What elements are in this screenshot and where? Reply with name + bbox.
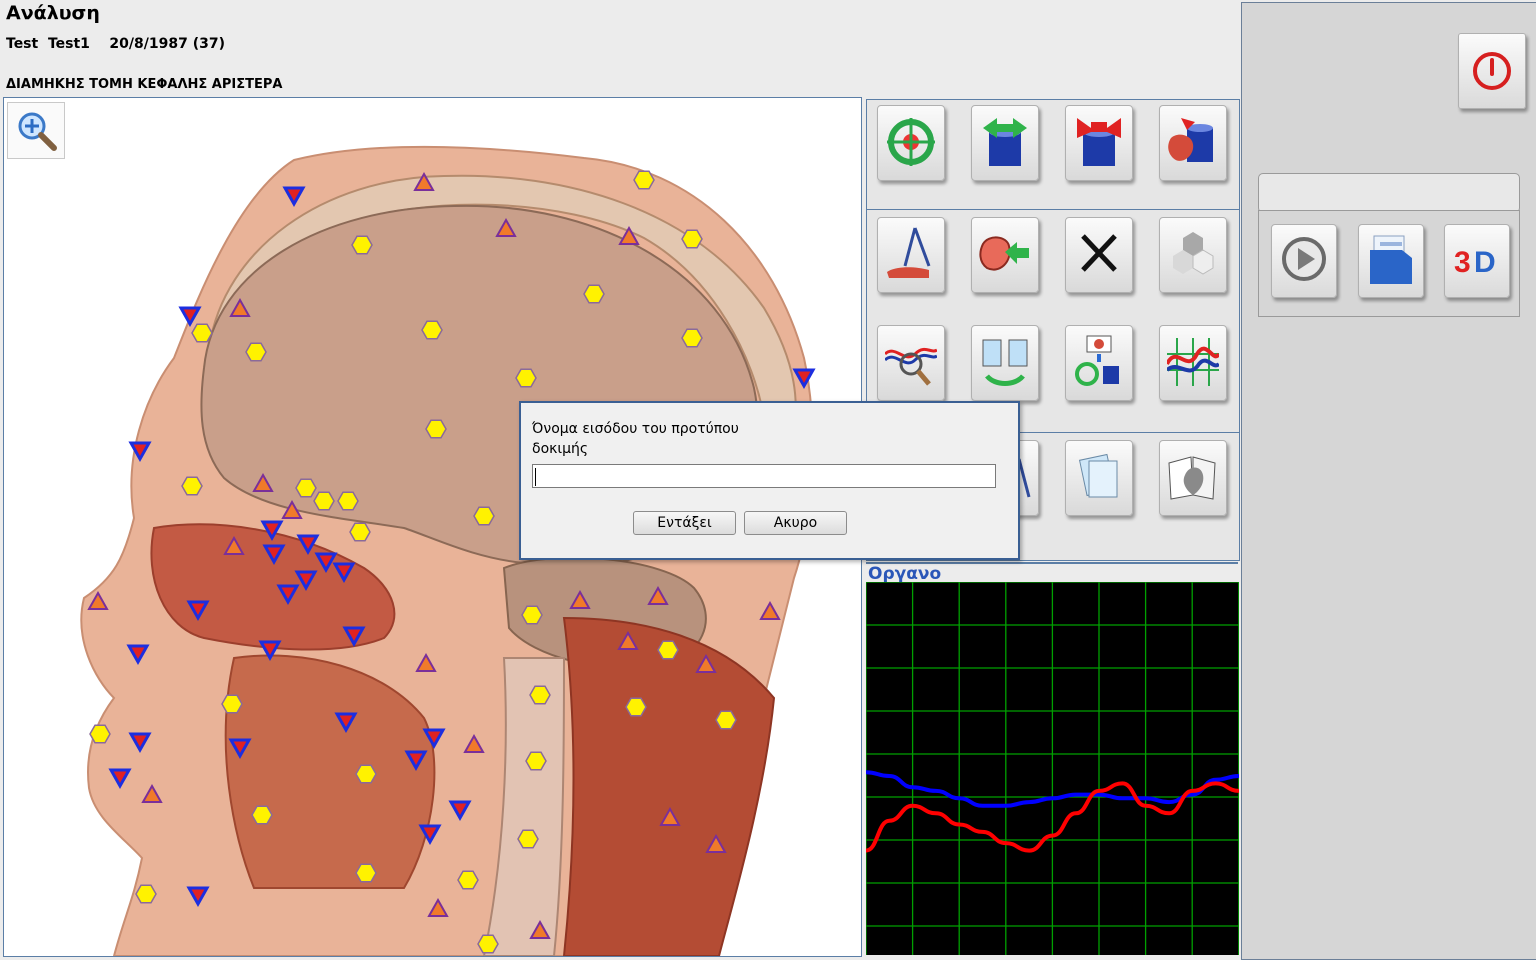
marker-hexagon[interactable] <box>337 491 359 511</box>
marker-hexagon[interactable] <box>517 829 539 849</box>
marker-hexagon[interactable] <box>349 522 371 542</box>
marker-hexagon[interactable] <box>313 491 335 511</box>
cylinder-organ-button[interactable] <box>1159 105 1227 181</box>
cylinder-out-button[interactable] <box>971 105 1039 181</box>
target-button[interactable] <box>877 105 945 181</box>
right-button-group: 3D <box>1258 210 1520 317</box>
signal-chart <box>865 581 1240 955</box>
template-name-input[interactable] <box>532 464 996 488</box>
play-icon <box>1282 237 1326 281</box>
dialog-prompt: Όνομα εισόδου του προτύπου δοκιμής <box>532 421 739 457</box>
play-button[interactable] <box>1271 224 1337 298</box>
marker-hexagon[interactable] <box>515 368 537 388</box>
marker-hexagon[interactable] <box>525 751 547 771</box>
documents-recycle-icon <box>982 339 1028 386</box>
marker-hexagon[interactable] <box>457 870 479 890</box>
notes-button[interactable] <box>1065 440 1133 516</box>
close-x-icon <box>1081 234 1117 272</box>
book-heart-button[interactable] <box>1159 440 1227 516</box>
chart-grid <box>865 581 1240 955</box>
3d-button[interactable]: 3D <box>1444 224 1510 298</box>
marker-hexagon[interactable] <box>245 342 267 362</box>
marker-hexagon[interactable] <box>295 478 317 498</box>
marker-hexagon[interactable] <box>421 320 443 340</box>
marker-hexagon[interactable] <box>529 685 551 705</box>
marker-hexagon[interactable] <box>633 170 655 190</box>
delete-button[interactable] <box>1065 217 1133 293</box>
page-title: Ανάλυση <box>6 2 100 24</box>
ok-button[interactable]: Εντάξει <box>633 511 736 535</box>
organ-transfer-icon <box>1075 335 1119 386</box>
text-caret <box>535 468 536 486</box>
zoom-button[interactable] <box>7 102 65 159</box>
cylinder-organ-icon <box>1168 118 1213 162</box>
hexagons-icon <box>1173 232 1214 275</box>
folder-files-button[interactable] <box>1358 224 1424 298</box>
notes-icon <box>1078 453 1118 498</box>
wave-search-button[interactable] <box>877 325 945 401</box>
organ-arrow-icon <box>979 236 1029 271</box>
compass-foot-icon <box>887 227 931 278</box>
template-name-dialog: Όνομα εισόδου του προτύπου δοκιμής Εντάξ… <box>519 401 1020 560</box>
svg-text:3: 3 <box>1454 246 1471 279</box>
target-icon <box>887 118 935 166</box>
zoom-in-icon <box>18 112 57 151</box>
marker-hexagon[interactable] <box>681 328 703 348</box>
3d-icon: 3D <box>1454 246 1496 279</box>
marker-hexagon[interactable] <box>473 506 495 526</box>
marker-hexagon[interactable] <box>181 476 203 496</box>
cylinder-arrows-out-icon <box>983 118 1027 166</box>
cancel-button[interactable]: Ακυρο <box>744 511 847 535</box>
organ-transfer-button[interactable] <box>1065 325 1133 401</box>
marker-hexagon[interactable] <box>625 697 647 717</box>
signal-chart-svg <box>865 581 1240 955</box>
marker-hexagon[interactable] <box>355 764 377 784</box>
cylinder-in-button[interactable] <box>1065 105 1133 181</box>
marker-hexagon[interactable] <box>681 229 703 249</box>
marker-hexagon[interactable] <box>135 884 157 904</box>
book-heart-icon <box>1168 456 1216 500</box>
marker-hexagon[interactable] <box>425 419 447 439</box>
documents-recycle-button[interactable] <box>971 325 1039 401</box>
svg-text:D: D <box>1474 246 1496 279</box>
marker-hexagon[interactable] <box>583 284 605 304</box>
power-icon <box>1473 52 1511 90</box>
marker-hexagon[interactable] <box>657 640 679 660</box>
patient-info: Test Test1 20/8/1987 (37) <box>6 36 225 52</box>
marker-hexagon[interactable] <box>355 863 377 883</box>
signal-grid-button[interactable] <box>1159 325 1227 401</box>
section-title: ΔΙΑΜΗΚΗΣ ΤΟΜΗ ΚΕΦΑΛΗΣ ΑΡΙΣΤΕΡΑ <box>6 77 283 92</box>
power-button[interactable] <box>1458 33 1526 109</box>
marker-hexagon[interactable] <box>715 710 737 730</box>
compass-button[interactable] <box>877 217 945 293</box>
wave-magnifier-icon <box>885 347 937 386</box>
marker-hexagon[interactable] <box>351 235 373 255</box>
organ-arrow-button[interactable] <box>971 217 1039 293</box>
hexagons-button[interactable] <box>1159 217 1227 293</box>
marker-hexagon[interactable] <box>221 694 243 714</box>
folder-files-icon <box>1370 235 1412 284</box>
marker-hexagon[interactable] <box>521 605 543 625</box>
marker-hexagon[interactable] <box>89 724 111 744</box>
marker-hexagon[interactable] <box>251 805 273 825</box>
signal-grid-icon <box>1167 338 1219 386</box>
right-panel <box>1241 2 1536 960</box>
organ-title: Οργανο <box>866 562 1238 584</box>
cylinder-arrows-in-icon <box>1077 118 1121 166</box>
marker-hexagon[interactable] <box>191 323 213 343</box>
marker-hexagon[interactable] <box>477 934 499 954</box>
selection-field[interactable] <box>1258 173 1520 213</box>
